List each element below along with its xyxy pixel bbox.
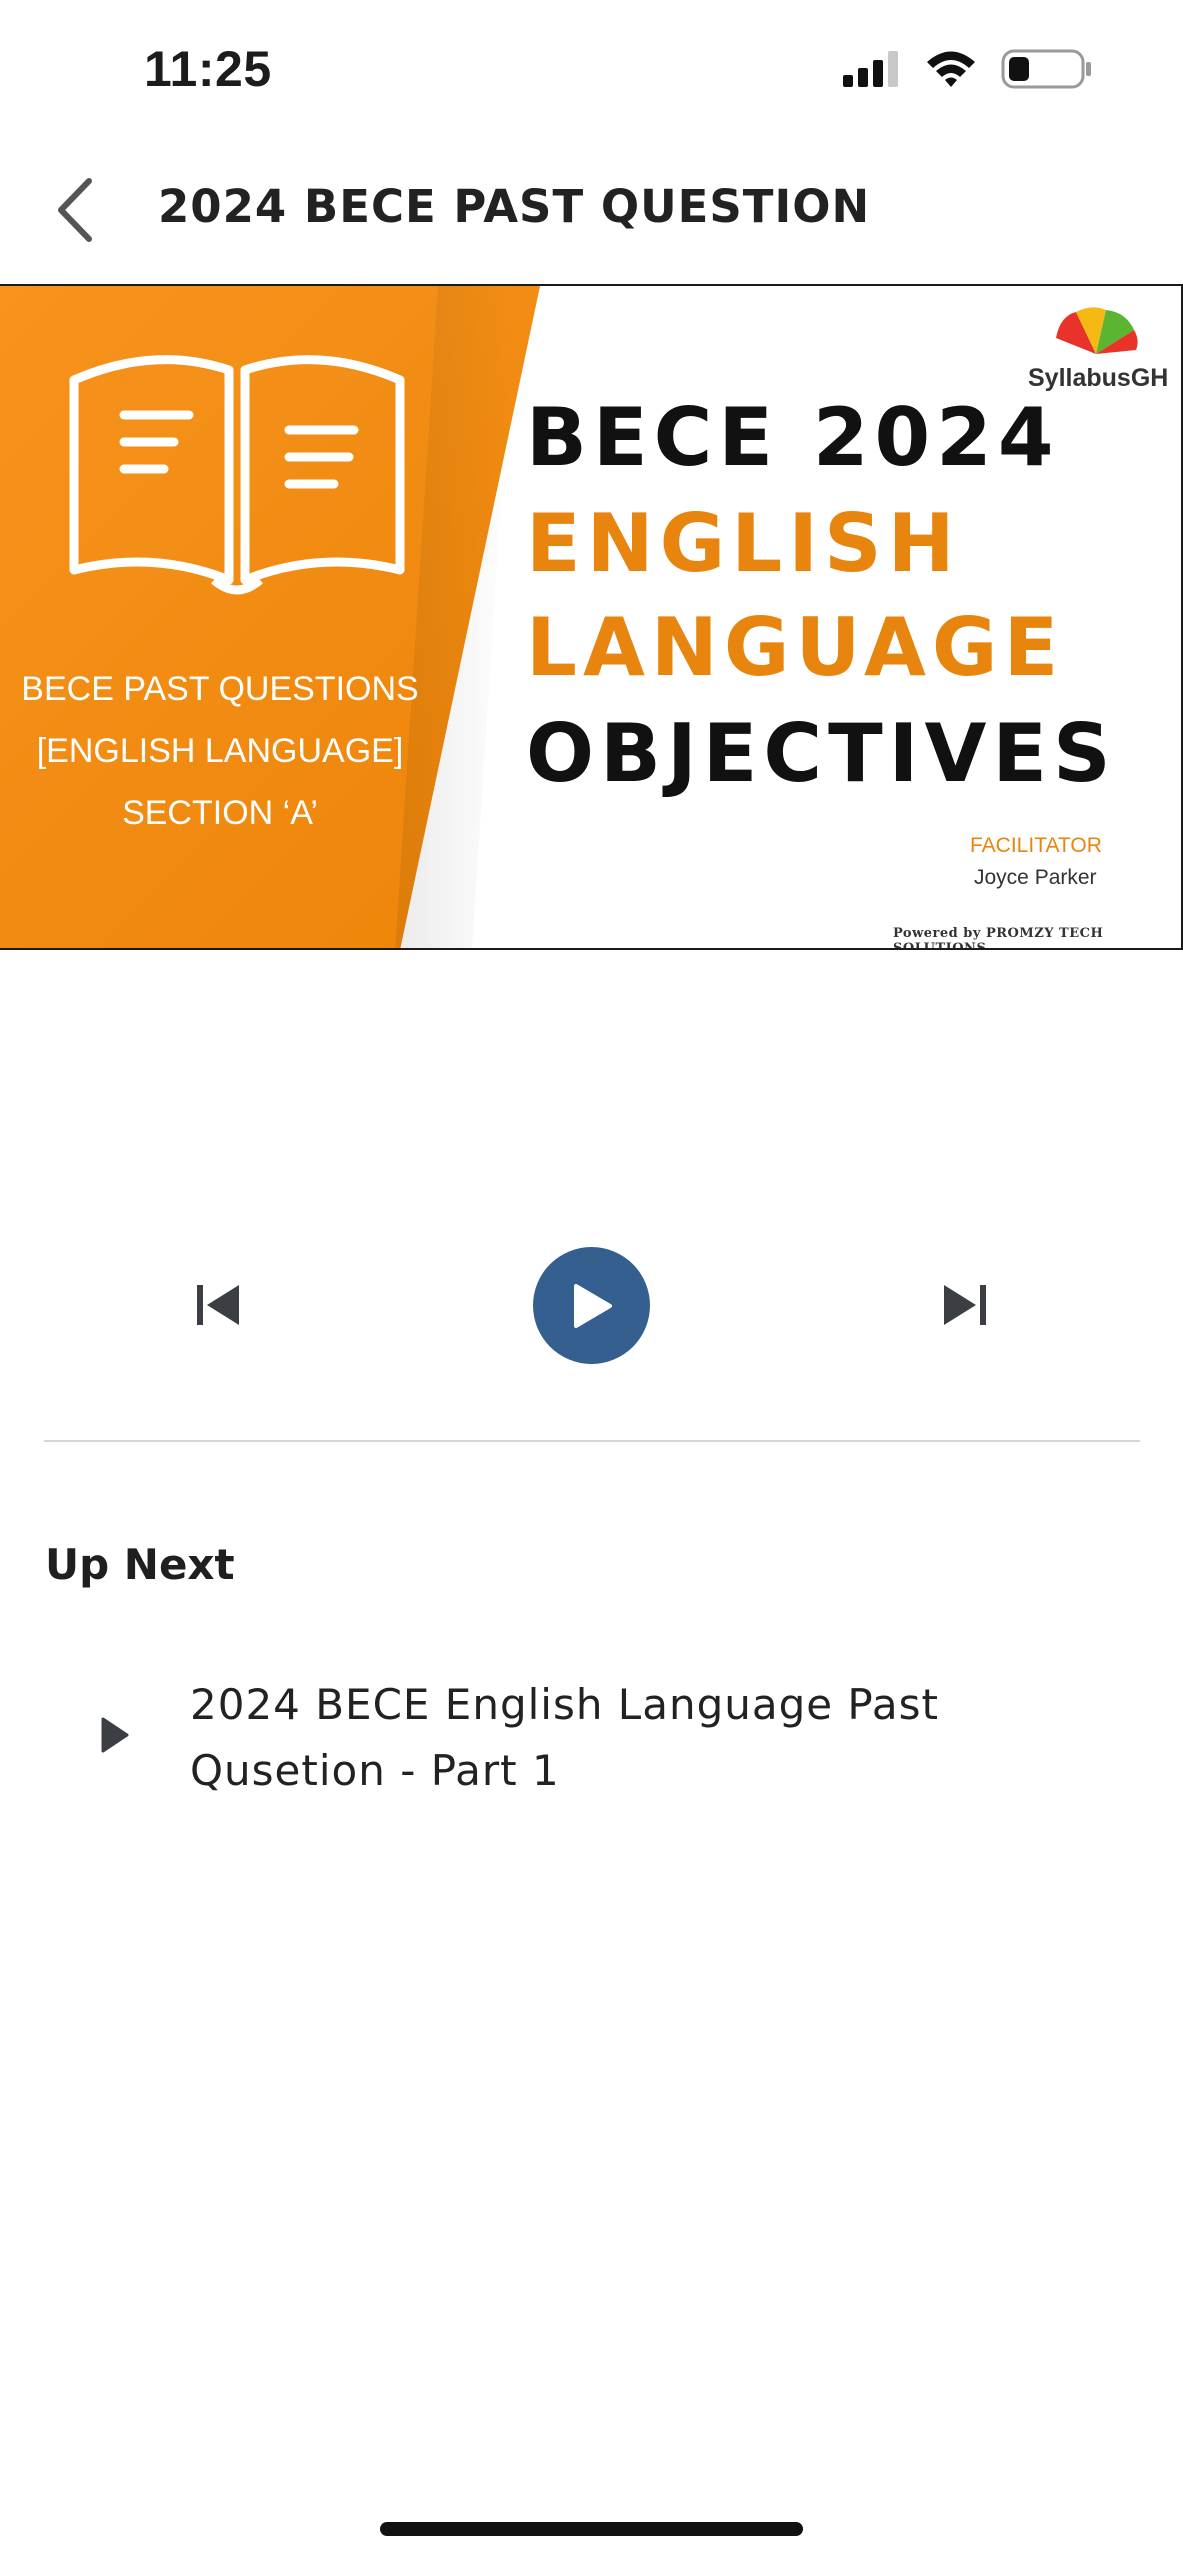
cellular-signal-icon bbox=[843, 51, 898, 87]
skip-previous-icon bbox=[197, 1285, 239, 1325]
play-icon bbox=[573, 1283, 612, 1328]
brand-logo-icon bbox=[1056, 307, 1138, 354]
home-indicator[interactable] bbox=[380, 2522, 803, 2536]
list-item-label: 2024 BECE English Language Past Qusetion… bbox=[190, 1680, 939, 1795]
banner-left-line-2: [ENGLISH LANGUAGE] bbox=[36, 732, 404, 770]
chevron-left-icon bbox=[58, 178, 92, 242]
skip-next-icon bbox=[944, 1285, 986, 1325]
play-button[interactable] bbox=[533, 1247, 650, 1364]
brand-name: SyllabusGH bbox=[1028, 364, 1169, 392]
play-icon bbox=[90, 1710, 140, 1760]
up-next-title: Up Next bbox=[45, 1540, 235, 1589]
status-time: 11:25 bbox=[144, 41, 272, 97]
list-item[interactable]: 2024 BECE English Language Past Qusetion… bbox=[0, 1660, 1183, 1820]
back-button[interactable] bbox=[34, 170, 114, 250]
headline-line-1: BECE 2024 bbox=[526, 391, 1060, 484]
facilitator-name: Joyce Parker bbox=[974, 866, 1097, 889]
page-title: 2024 BECE PAST QUESTION bbox=[158, 180, 871, 233]
headline-line-2: ENGLISH bbox=[526, 497, 961, 590]
facilitator-label: FACILITATOR bbox=[970, 834, 1102, 857]
headline-line-3: LANGUAGE bbox=[526, 601, 1065, 694]
powered-by: Powered by PROMZY TECH SOLUTIONS bbox=[893, 926, 1104, 950]
divider bbox=[44, 1440, 1140, 1442]
next-button[interactable] bbox=[925, 1265, 1005, 1345]
video-thumbnail[interactable]: BECE PAST QUESTIONS [ENGLISH LANGUAGE] S… bbox=[0, 284, 1183, 950]
player-controls bbox=[0, 1240, 1183, 1370]
wifi-icon bbox=[927, 51, 975, 87]
status-icons bbox=[841, 44, 1093, 94]
banner-left-line-1: BECE PAST QUESTIONS bbox=[21, 670, 419, 708]
headline-line-4: OBJECTIVES bbox=[526, 707, 1117, 800]
open-book-icon bbox=[69, 355, 405, 595]
banner-left-line-3: SECTION ‘A’ bbox=[122, 794, 318, 832]
header: 2024 BECE PAST QUESTION bbox=[0, 140, 1183, 280]
status-bar: 11:25 bbox=[0, 0, 1183, 140]
previous-button[interactable] bbox=[178, 1265, 258, 1345]
battery-icon bbox=[1001, 49, 1091, 89]
